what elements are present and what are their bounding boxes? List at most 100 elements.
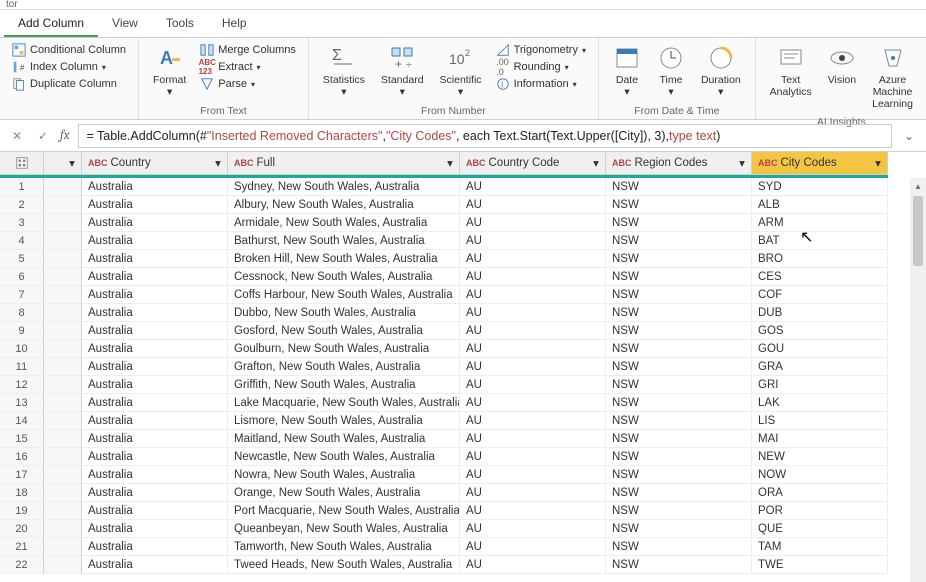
cell[interactable]: Sydney, New South Wales, Australia [228, 178, 460, 196]
column-header-city-codes[interactable]: ABC City Codes ▾ [752, 152, 888, 175]
row-number[interactable]: 6 [0, 268, 44, 286]
cell[interactable]: GOU [752, 340, 888, 358]
cell[interactable]: Armidale, New South Wales, Australia [228, 214, 460, 232]
cell[interactable]: Australia [82, 520, 228, 538]
cell[interactable]: NOW [752, 466, 888, 484]
cell[interactable]: AU [460, 232, 606, 250]
cell[interactable]: Australia [82, 322, 228, 340]
cell[interactable]: Coffs Harbour, New South Wales, Australi… [228, 286, 460, 304]
cell[interactable]: NSW [606, 412, 752, 430]
cell[interactable]: Orange, New South Wales, Australia [228, 484, 460, 502]
expand-formula-button[interactable]: ⌄ [900, 129, 918, 143]
cell[interactable]: Australia [82, 340, 228, 358]
cell[interactable]: AU [460, 394, 606, 412]
cell[interactable]: Australia [82, 358, 228, 376]
cell[interactable]: NSW [606, 286, 752, 304]
cell[interactable]: Broken Hill, New South Wales, Australia [228, 250, 460, 268]
row-number[interactable]: 8 [0, 304, 44, 322]
cell[interactable]: Cessnock, New South Wales, Australia [228, 268, 460, 286]
row-number[interactable]: 17 [0, 466, 44, 484]
cell[interactable]: GOS [752, 322, 888, 340]
time-button[interactable]: Time▾ [649, 40, 693, 102]
cell[interactable]: SYD [752, 178, 888, 196]
row-number[interactable]: 13 [0, 394, 44, 412]
cell[interactable]: POR [752, 502, 888, 520]
cell[interactable]: DUB [752, 304, 888, 322]
cell[interactable]: AU [460, 358, 606, 376]
cell[interactable]: AU [460, 196, 606, 214]
cell[interactable]: NSW [606, 322, 752, 340]
vertical-scrollbar[interactable]: ▴ [910, 178, 926, 582]
cell[interactable]: AU [460, 502, 606, 520]
cell[interactable]: NSW [606, 394, 752, 412]
cell[interactable]: NEW [752, 448, 888, 466]
row-number[interactable]: 2 [0, 196, 44, 214]
date-button[interactable]: Date▾ [605, 40, 649, 102]
cell[interactable]: AU [460, 250, 606, 268]
cell[interactable]: AU [460, 412, 606, 430]
cell[interactable]: Australia [82, 304, 228, 322]
cell[interactable]: Australia [82, 538, 228, 556]
cell[interactable]: Australia [82, 502, 228, 520]
cell[interactable]: Australia [82, 250, 228, 268]
cell[interactable]: NSW [606, 268, 752, 286]
cell[interactable]: CES [752, 268, 888, 286]
row-number[interactable]: 5 [0, 250, 44, 268]
cell[interactable]: BRO [752, 250, 888, 268]
cell[interactable]: MAI [752, 430, 888, 448]
cell[interactable]: NSW [606, 502, 752, 520]
cell[interactable]: Maitland, New South Wales, Australia [228, 430, 460, 448]
cell[interactable]: AU [460, 538, 606, 556]
standard-button[interactable]: +÷ Standard▾ [373, 40, 432, 102]
cell[interactable]: NSW [606, 448, 752, 466]
row-number[interactable]: 11 [0, 358, 44, 376]
cell[interactable]: NSW [606, 484, 752, 502]
row-number-column-header[interactable]: ▾ [44, 152, 82, 175]
cell[interactable]: Lake Macquarie, New South Wales, Austral… [228, 394, 460, 412]
cell[interactable]: NSW [606, 520, 752, 538]
cell[interactable]: NSW [606, 358, 752, 376]
cell[interactable]: Australia [82, 232, 228, 250]
cell[interactable]: Griffith, New South Wales, Australia [228, 376, 460, 394]
row-number[interactable]: 10 [0, 340, 44, 358]
cell[interactable]: Australia [82, 214, 228, 232]
tab-add-column[interactable]: Add Column [4, 10, 98, 37]
cell[interactable]: NSW [606, 178, 752, 196]
row-number[interactable]: 18 [0, 484, 44, 502]
cell[interactable]: Queanbeyan, New South Wales, Australia [228, 520, 460, 538]
cell[interactable]: AU [460, 268, 606, 286]
row-number[interactable]: 20 [0, 520, 44, 538]
information-button[interactable]: i Information ▾ [494, 76, 588, 92]
cell[interactable]: TAM [752, 538, 888, 556]
cell[interactable]: BAT [752, 232, 888, 250]
cell[interactable]: NSW [606, 304, 752, 322]
row-number[interactable]: 21 [0, 538, 44, 556]
text-analytics-button[interactable]: Text Analytics [762, 40, 820, 102]
cell[interactable]: NSW [606, 250, 752, 268]
cell[interactable]: TWE [752, 556, 888, 574]
cell[interactable]: AU [460, 376, 606, 394]
cell[interactable]: Australia [82, 196, 228, 214]
cell[interactable]: AU [460, 286, 606, 304]
cell[interactable]: NSW [606, 376, 752, 394]
column-header-country-code[interactable]: ABC Country Code ▾ [460, 152, 606, 175]
cell[interactable]: GRI [752, 376, 888, 394]
format-button[interactable]: A Format▾ [145, 40, 194, 102]
cell[interactable]: NSW [606, 340, 752, 358]
select-all-button[interactable] [0, 152, 44, 175]
vision-button[interactable]: Vision [820, 40, 864, 90]
cell[interactable]: AU [460, 304, 606, 322]
row-number[interactable]: 14 [0, 412, 44, 430]
cell[interactable]: Australia [82, 286, 228, 304]
cell[interactable]: Australia [82, 178, 228, 196]
cell[interactable]: Australia [82, 484, 228, 502]
cell[interactable]: NSW [606, 232, 752, 250]
trigonometry-button[interactable]: Trigonometry ▾ [494, 42, 588, 58]
cell[interactable]: Newcastle, New South Wales, Australia [228, 448, 460, 466]
tab-help[interactable]: Help [208, 10, 261, 37]
tab-tools[interactable]: Tools [152, 10, 208, 37]
merge-columns-button[interactable]: Merge Columns [198, 42, 298, 58]
cell[interactable]: Bathurst, New South Wales, Australia [228, 232, 460, 250]
cell[interactable]: Australia [82, 268, 228, 286]
cell[interactable]: Lismore, New South Wales, Australia [228, 412, 460, 430]
